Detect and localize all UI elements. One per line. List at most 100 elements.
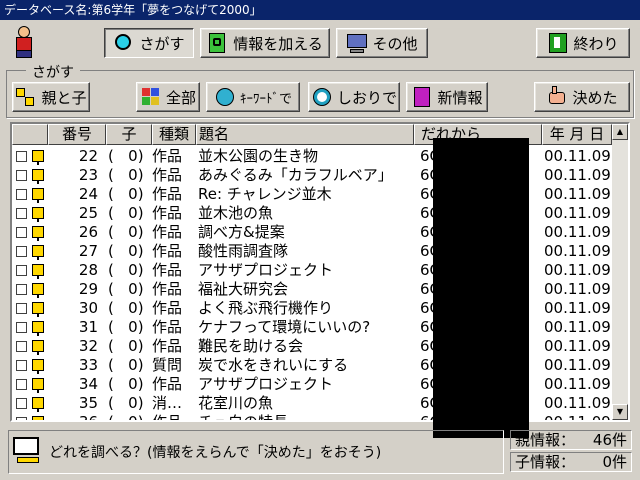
info-list[interactable]: 番号 子 種類 題名 だれから 年 月 日 22( 0) 作品 並木公園の生き物 6C… bbox=[10, 122, 630, 422]
cell-child: ( 0) bbox=[108, 394, 144, 412]
cell-title: あみぐるみ「カラフルベア」 bbox=[198, 166, 393, 184]
column-header-date[interactable]: 年 月 日 bbox=[542, 124, 612, 145]
bookmark-button[interactable]: しおりで bbox=[308, 82, 400, 112]
new-info-icon bbox=[411, 86, 433, 108]
cell-number: 31 bbox=[78, 318, 98, 336]
cell-number: 28 bbox=[78, 261, 98, 279]
document-icon bbox=[32, 188, 44, 203]
child-info-value: 0件 bbox=[602, 453, 627, 471]
cell-child: ( 0) bbox=[108, 413, 144, 422]
cell-number: 30 bbox=[78, 299, 98, 317]
cell-date: 00.11.09 bbox=[544, 185, 611, 203]
cell-title: 花室川の魚 bbox=[198, 394, 274, 412]
cell-type: 作品 bbox=[152, 413, 183, 422]
all-button[interactable]: 全部 bbox=[136, 82, 200, 112]
bookmark-button-label: しおりで bbox=[336, 88, 397, 107]
all-button-label: 全部 bbox=[165, 88, 196, 107]
cell-number: 27 bbox=[78, 242, 98, 260]
row-checkbox[interactable] bbox=[16, 208, 27, 219]
row-checkbox[interactable] bbox=[16, 379, 27, 390]
cell-child: ( 0) bbox=[108, 185, 144, 203]
parent-child-button-label: 親と子 bbox=[41, 88, 87, 107]
cell-type: 作品 bbox=[152, 204, 183, 222]
row-checkbox[interactable] bbox=[16, 284, 27, 295]
mascot-icon bbox=[10, 26, 38, 60]
row-checkbox[interactable] bbox=[16, 341, 27, 352]
child-info-label: 子情報： bbox=[515, 453, 576, 471]
add-info-button[interactable]: 情報を加える bbox=[200, 28, 330, 58]
bookmark-clock-icon bbox=[311, 86, 333, 108]
redaction-block bbox=[433, 138, 529, 438]
scroll-down-button[interactable]: ▼ bbox=[612, 404, 628, 420]
status-message: どれを調べる？(情報をえらんで「決めた」をおそう) bbox=[49, 445, 382, 461]
row-checkbox[interactable] bbox=[16, 246, 27, 257]
cell-title: 酸性雨調査隊 bbox=[198, 242, 289, 260]
document-icon bbox=[32, 150, 44, 165]
cell-date: 00.11.09 bbox=[544, 166, 611, 184]
column-header-title[interactable]: 題名 bbox=[196, 124, 414, 145]
cell-child: ( 0) bbox=[108, 318, 144, 336]
cell-title: よく飛ぶ飛行機作り bbox=[198, 299, 334, 317]
grid-icon bbox=[140, 86, 162, 108]
cell-child: ( 0) bbox=[108, 223, 144, 241]
cell-title: アサザプロジェクト bbox=[198, 375, 334, 393]
cell-title: ケナフって環境にいいの? bbox=[198, 318, 371, 336]
row-checkbox[interactable] bbox=[16, 170, 27, 181]
cell-child: ( 0) bbox=[108, 299, 144, 317]
magnifier-icon bbox=[113, 32, 135, 54]
keyword-button[interactable]: ｷｰﾜｰﾄﾞで bbox=[206, 82, 300, 112]
cell-child: ( 0) bbox=[108, 242, 144, 260]
document-icon bbox=[32, 359, 44, 374]
cell-title: 並木公園の生き物 bbox=[198, 147, 319, 165]
row-checkbox[interactable] bbox=[16, 303, 27, 314]
keyword-button-label: ｷｰﾜｰﾄﾞで bbox=[239, 91, 292, 107]
cell-number: 35 bbox=[78, 394, 98, 412]
decide-button[interactable]: 決めた bbox=[534, 82, 630, 112]
document-icon bbox=[32, 245, 44, 260]
cell-child: ( 0) bbox=[108, 166, 144, 184]
document-icon bbox=[32, 226, 44, 241]
cell-type: 作品 bbox=[152, 299, 183, 317]
cell-title: 炭で水をきれいにする bbox=[198, 356, 349, 374]
help-computer-icon bbox=[13, 437, 41, 465]
row-checkbox[interactable] bbox=[16, 265, 27, 276]
cell-date: 00.11.09 bbox=[544, 413, 611, 422]
row-checkbox[interactable] bbox=[16, 398, 27, 409]
row-checkbox[interactable] bbox=[16, 189, 27, 200]
parent-child-button[interactable]: 親と子 bbox=[12, 82, 90, 112]
document-icon bbox=[32, 321, 44, 336]
vertical-scrollbar[interactable]: ▲ ▼ bbox=[612, 124, 628, 420]
row-checkbox[interactable] bbox=[16, 227, 27, 238]
cell-date: 00.11.09 bbox=[544, 280, 611, 298]
column-header-child[interactable]: 子 bbox=[106, 124, 152, 145]
other-button-label: その他 bbox=[372, 34, 418, 53]
new-info-button[interactable]: 新情報 bbox=[406, 82, 488, 112]
window-title: データベース名:第6学年「夢をつなげて2000」 bbox=[0, 0, 640, 20]
cell-type: 消… bbox=[152, 394, 183, 412]
row-checkbox[interactable] bbox=[16, 322, 27, 333]
document-icon bbox=[32, 169, 44, 184]
other-button[interactable]: その他 bbox=[336, 28, 428, 58]
parent-child-icon bbox=[15, 86, 37, 108]
parent-info-label: 親情報： bbox=[515, 431, 576, 449]
row-checkbox[interactable] bbox=[16, 417, 27, 420]
scroll-up-button[interactable]: ▲ bbox=[612, 124, 628, 140]
cell-child: ( 0) bbox=[108, 147, 144, 165]
cell-date: 00.11.09 bbox=[544, 337, 611, 355]
cell-type: 作品 bbox=[152, 147, 183, 165]
document-icon bbox=[32, 207, 44, 222]
cell-number: 29 bbox=[78, 280, 98, 298]
row-checkbox[interactable] bbox=[16, 151, 27, 162]
row-checkbox[interactable] bbox=[16, 360, 27, 371]
column-header-number[interactable]: 番号 bbox=[48, 124, 106, 145]
search-button[interactable]: さがす bbox=[104, 28, 194, 58]
column-header-type[interactable]: 種類 bbox=[152, 124, 196, 145]
cell-child: ( 0) bbox=[108, 375, 144, 393]
quit-button[interactable]: 終わり bbox=[536, 28, 630, 58]
cell-type: 作品 bbox=[152, 318, 183, 336]
cell-type: 作品 bbox=[152, 375, 183, 393]
parent-info-value: 46件 bbox=[592, 431, 627, 449]
cell-number: 26 bbox=[78, 223, 98, 241]
cell-type: 作品 bbox=[152, 337, 183, 355]
child-info-count: 子情報： 0件 bbox=[510, 452, 632, 472]
